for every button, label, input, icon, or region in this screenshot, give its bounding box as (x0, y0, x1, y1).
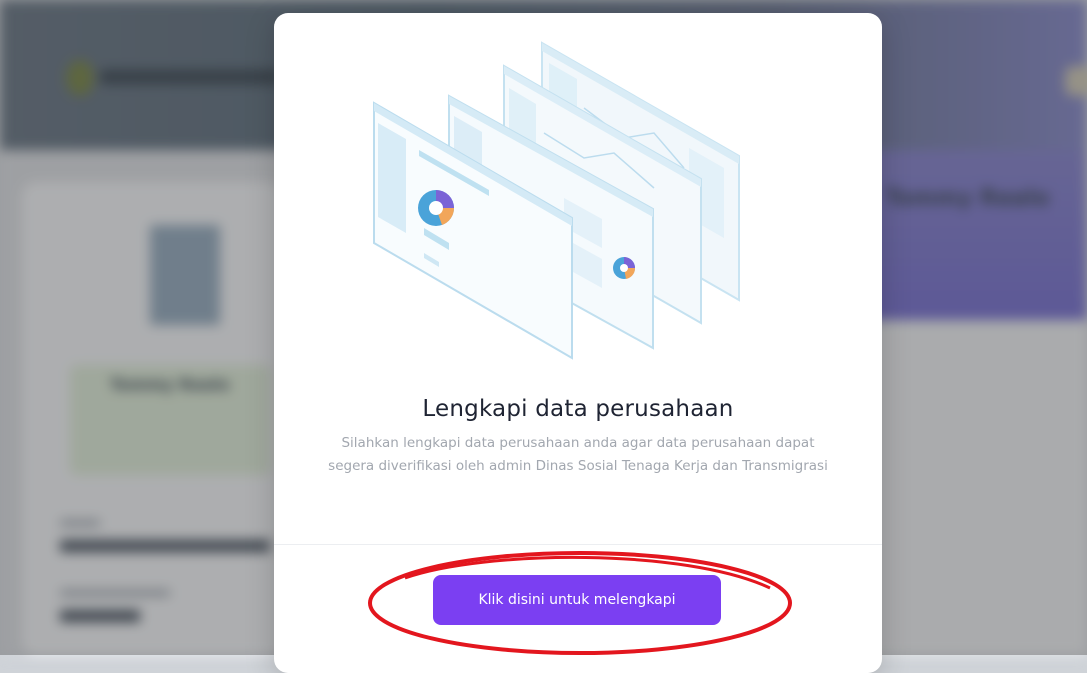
modal-description: Silahkan lengkapi data perusahaan anda a… (328, 435, 828, 474)
modal-title: Lengkapi data perusahaan (422, 396, 734, 422)
complete-company-data-modal: Lengkapi data perusahaan Silahkan lengka… (274, 13, 882, 673)
complete-data-button[interactable]: Klik disini untuk melengkapi (433, 575, 721, 625)
dashboard-illustration (373, 41, 740, 360)
modal-divider (274, 544, 882, 545)
